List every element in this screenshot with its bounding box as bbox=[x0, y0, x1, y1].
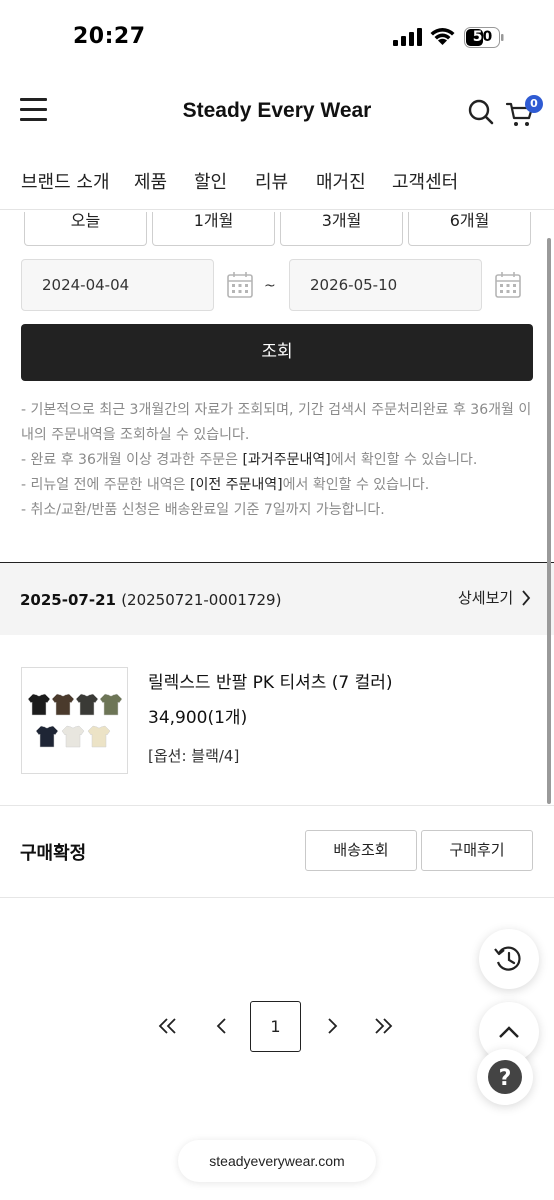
scrollbar[interactable] bbox=[547, 238, 551, 804]
help-button[interactable]: ? bbox=[477, 1049, 533, 1105]
search-icon[interactable] bbox=[467, 98, 495, 126]
order-number: (20250721-0001729) bbox=[121, 591, 282, 609]
end-calendar-icon[interactable] bbox=[494, 270, 522, 300]
nav-item-brand[interactable]: 브랜드 소개 bbox=[21, 168, 110, 194]
order-notes: - 기본적으로 최근 3개월간의 자료가 조회되며, 기간 검색시 주문처리완료… bbox=[21, 398, 541, 523]
product-name[interactable]: 릴렉스드 반팔 PK 티셔츠 (7 컬러) bbox=[148, 668, 393, 693]
period-1month-button[interactable]: 1개월 bbox=[152, 212, 275, 246]
browser-url-bar[interactable]: steadyeverywear.com bbox=[178, 1140, 376, 1182]
prev-page-icon[interactable] bbox=[210, 1001, 232, 1051]
note-line-2: - 완료 후 36개월 이상 경과한 주문은 [과거주문내역]에서 확인할 수 … bbox=[21, 452, 478, 468]
search-submit-button[interactable]: 조회 bbox=[21, 324, 533, 381]
cellular-signal-icon bbox=[393, 28, 422, 46]
nav-item-review[interactable]: 리뷰 bbox=[255, 168, 288, 194]
site-header: Steady Every Wear 0 bbox=[0, 75, 554, 150]
recent-history-button[interactable] bbox=[479, 929, 539, 989]
past-orders-link[interactable]: [과거주문내역] bbox=[242, 452, 330, 468]
tshirt-swatch bbox=[99, 693, 123, 716]
svg-text:?: ? bbox=[499, 1066, 512, 1091]
start-date-input[interactable]: 2024-04-04 bbox=[21, 259, 214, 311]
nav-item-support[interactable]: 고객센터 bbox=[392, 168, 458, 194]
order-header: 2025-07-21 (20250721-0001729) 상세보기 bbox=[0, 563, 554, 635]
tshirt-swatch bbox=[51, 693, 75, 716]
tshirt-swatch bbox=[35, 725, 59, 748]
first-page-icon[interactable] bbox=[155, 1001, 181, 1051]
product-image bbox=[27, 693, 123, 748]
divider bbox=[0, 897, 554, 898]
write-review-button[interactable]: 구매후기 bbox=[421, 830, 533, 871]
date-separator: ~ bbox=[264, 278, 276, 294]
period-3month-button[interactable]: 3개월 bbox=[280, 212, 403, 246]
cart-button[interactable]: 0 bbox=[505, 95, 545, 129]
nav-item-magazine[interactable]: 매거진 bbox=[316, 168, 366, 194]
product-option: [옵션: 블랙/4] bbox=[148, 747, 240, 765]
nav-item-products[interactable]: 제품 bbox=[134, 168, 167, 194]
history-icon bbox=[494, 946, 521, 971]
product-price: 34,900(1개) bbox=[148, 708, 248, 728]
previous-orders-link[interactable]: [이전 주문내역] bbox=[190, 477, 283, 493]
end-date-input[interactable]: 2026-05-10 bbox=[289, 259, 482, 311]
period-today-button[interactable]: 오늘 bbox=[24, 212, 147, 246]
tshirt-swatch bbox=[87, 725, 111, 748]
last-page-icon[interactable] bbox=[370, 1001, 396, 1051]
tshirt-swatch bbox=[27, 693, 51, 716]
wifi-icon bbox=[430, 28, 455, 45]
order-detail-link[interactable]: 상세보기 bbox=[458, 587, 531, 608]
divider bbox=[0, 805, 554, 806]
nav-item-sale[interactable]: 할인 bbox=[194, 168, 227, 194]
status-bar: 20:27 50 bbox=[0, 0, 554, 75]
cart-count-badge: 0 bbox=[525, 95, 543, 113]
chevron-right-icon bbox=[522, 590, 531, 606]
start-calendar-icon[interactable] bbox=[226, 270, 254, 300]
tshirt-swatch bbox=[61, 725, 85, 748]
status-time: 20:27 bbox=[73, 24, 146, 49]
main-nav: 브랜드 소개 제품 할인 리뷰 매거진 고객센터 bbox=[0, 160, 554, 210]
note-line-3: - 리뉴얼 전에 주문한 내역은 [이전 주문내역]에서 확인할 수 있습니다. bbox=[21, 477, 430, 493]
order-status: 구매확정 bbox=[20, 843, 87, 864]
current-page[interactable]: 1 bbox=[250, 1001, 301, 1052]
next-page-icon[interactable] bbox=[322, 1001, 344, 1051]
help-icon: ? bbox=[488, 1060, 522, 1094]
period-6month-button[interactable]: 6개월 bbox=[408, 212, 531, 246]
note-line-1: - 기본적으로 최근 3개월간의 자료가 조회되며, 기간 검색시 주문처리완료… bbox=[21, 402, 532, 443]
tshirt-swatch bbox=[75, 693, 99, 716]
product-thumbnail[interactable] bbox=[21, 667, 128, 774]
track-shipment-button[interactable]: 배송조회 bbox=[305, 830, 417, 871]
note-line-4: - 취소/교환/반품 신청은 배송완료일 기준 7일까지 가능합니다. bbox=[21, 502, 385, 518]
order-date: 2025-07-21 (20250721-0001729) bbox=[20, 591, 282, 609]
battery-level: 50 bbox=[472, 29, 493, 45]
